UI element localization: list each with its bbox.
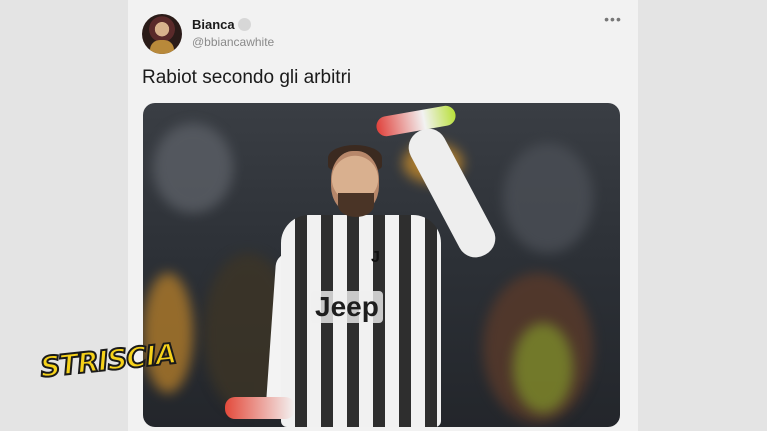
- crowd-blur: [153, 123, 233, 213]
- crowd-blur: [143, 273, 193, 393]
- avatar[interactable]: [142, 14, 182, 54]
- sponsor-text: Jeep: [311, 291, 383, 323]
- more-horizontal-icon[interactable]: •••: [603, 12, 623, 32]
- author-handle[interactable]: @bbiancawhite: [192, 35, 274, 49]
- avatar-shirt: [150, 40, 174, 54]
- verified-icon: [238, 18, 251, 31]
- tweet-text: Rabiot secondo gli arbitri: [142, 67, 352, 88]
- tweet-image[interactable]: J Jeep: [143, 103, 620, 427]
- crowd-blur: [513, 323, 573, 413]
- boot: [225, 397, 295, 419]
- player-beard: [338, 193, 374, 217]
- author-name[interactable]: Bianca: [192, 17, 235, 32]
- crowd-blur: [503, 143, 593, 253]
- club-crest: J: [371, 249, 380, 266]
